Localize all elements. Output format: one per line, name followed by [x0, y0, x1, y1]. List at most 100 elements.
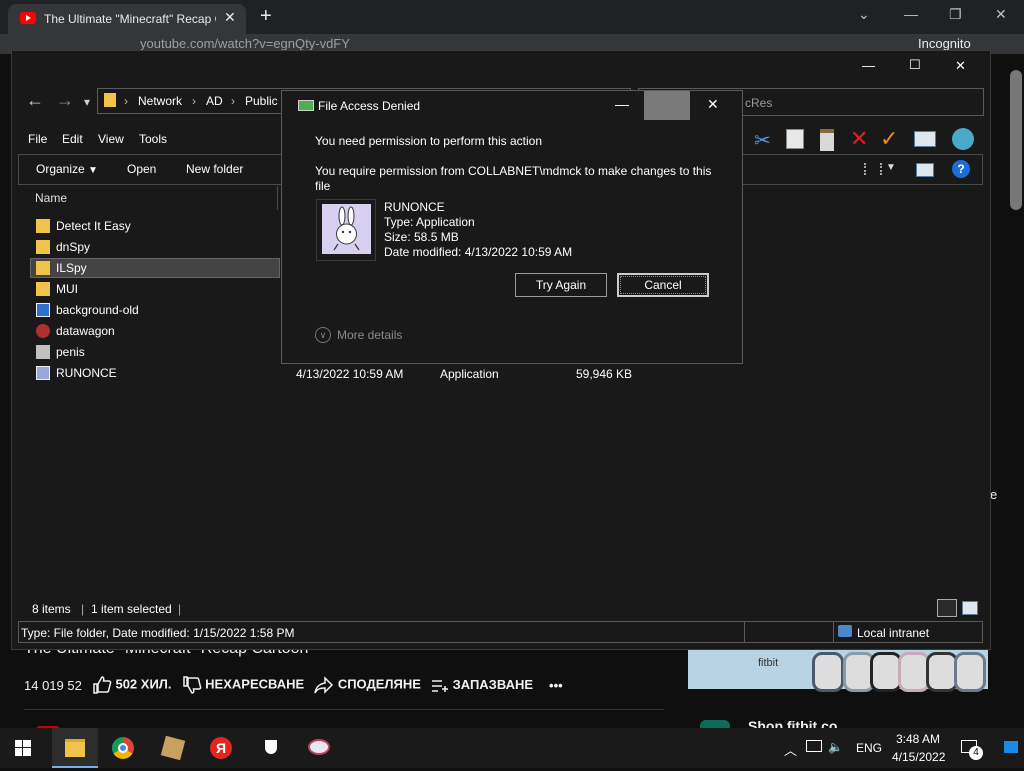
globe-icon[interactable] — [952, 128, 974, 150]
copy-icon[interactable] — [786, 129, 804, 149]
page-scrollbar[interactable] — [1010, 70, 1022, 210]
dialog-minimize-button[interactable]: — — [615, 96, 629, 112]
thumbs-down-icon — [182, 676, 201, 694]
file-name: ILSpy — [56, 261, 87, 275]
folder-icon — [36, 240, 50, 254]
more-details-toggle[interactable]: ∨ More details — [315, 327, 402, 343]
tools-icon — [160, 735, 186, 761]
file-row[interactable]: RUNONCE — [30, 363, 280, 383]
dislike-button[interactable]: НЕХАРЕСВАНЕ — [182, 676, 304, 694]
view-options-icon[interactable] — [864, 163, 882, 175]
file-row[interactable]: Detect It Easy — [30, 216, 280, 236]
taskbar-app-tools[interactable] — [150, 728, 196, 768]
file-row[interactable]: datawagon — [30, 321, 280, 341]
taskbar-chrome[interactable] — [100, 728, 146, 768]
start-button[interactable] — [0, 728, 46, 768]
yandex-icon: Я — [210, 737, 232, 759]
folder-icon — [36, 219, 50, 233]
share-icon — [314, 676, 334, 694]
try-again-button[interactable]: Try Again — [515, 273, 607, 297]
ad-brand: fitbit — [758, 657, 779, 669]
address-url[interactable]: youtube.com/watch?v=egnQty-vdFY — [140, 36, 350, 51]
taskbar-explorer[interactable] — [52, 728, 98, 768]
view-count: 14 019 52 — [24, 677, 82, 693]
recent-locations-chevron-icon[interactable]: ▾ — [84, 95, 90, 109]
cut-icon[interactable]: ✂ — [754, 128, 771, 153]
forward-arrow-icon[interactable]: → — [56, 90, 74, 111]
large-icons-view-icon[interactable] — [962, 601, 978, 615]
taskbar-security[interactable] — [248, 728, 294, 768]
menu-tools[interactable]: Tools — [139, 132, 167, 146]
delete-icon[interactable]: ✕ — [850, 126, 868, 152]
new-folder-button[interactable]: New folder — [186, 162, 243, 176]
save-button[interactable]: ЗАПАЗВАНЕ — [431, 677, 533, 693]
input-language[interactable]: ENG — [856, 741, 882, 755]
breadcrumb-ad[interactable]: AD — [206, 94, 223, 108]
like-button[interactable]: 502 ХИЛ. — [92, 676, 172, 694]
cancel-button[interactable]: Cancel — [617, 273, 709, 297]
menu-view[interactable]: View — [98, 132, 124, 146]
browser-minimize-button[interactable]: — — [904, 6, 918, 22]
chevron-down-icon[interactable]: ▼ — [886, 162, 896, 173]
tray-overflow-chevron-icon[interactable]: ︿ — [784, 740, 797, 759]
file-name: RUNONCE — [56, 366, 117, 380]
tab-search-icon[interactable]: ⌄ — [858, 6, 870, 23]
new-tab-button[interactable]: + — [260, 5, 272, 28]
details-view-icon[interactable] — [937, 599, 957, 617]
preview-pane-icon[interactable] — [916, 163, 934, 177]
more-actions-button[interactable]: ••• — [549, 678, 563, 693]
browser-tab[interactable]: The Ultimate "Minecraft" Recap C ✕ — [8, 4, 246, 34]
executable-icon — [36, 366, 50, 380]
share-button[interactable]: СПОДЕЛЯНЕ — [314, 676, 421, 694]
dialog-file-size: Size: 58.5 MB — [384, 230, 459, 244]
file-row[interactable]: dnSpy — [30, 237, 280, 257]
paste-icon[interactable] — [820, 129, 834, 151]
check-icon[interactable]: ✓ — [880, 126, 898, 152]
clock-time[interactable]: 3:48 AM — [896, 732, 940, 746]
search-placeholder: cRes — [745, 96, 773, 110]
show-desktop-icon[interactable] — [1004, 741, 1018, 753]
properties-icon[interactable] — [914, 131, 936, 147]
incognito-label[interactable]: Incognito — [918, 36, 971, 51]
folder-icon — [104, 93, 116, 107]
explorer-maximize-button[interactable]: ☐ — [909, 57, 921, 73]
taskbar-yandex[interactable]: Я — [198, 728, 244, 768]
explorer-close-button[interactable]: ✕ — [955, 58, 966, 74]
file-size: 59,946 KB — [576, 367, 633, 381]
breadcrumb-network[interactable]: Network — [138, 94, 182, 108]
browser-close-button[interactable]: ✕ — [995, 6, 1007, 23]
menu-edit[interactable]: Edit — [62, 132, 83, 146]
dialog-file-date: Date modified: 4/13/2022 10:59 AM — [384, 245, 573, 259]
file-row[interactable]: penis — [30, 342, 280, 362]
windows-logo-icon — [15, 740, 31, 756]
more-details-label: More details — [337, 328, 403, 342]
divider — [24, 709, 664, 710]
organize-label: Organize — [36, 162, 85, 176]
file-row-selected[interactable]: ILSpy — [30, 258, 280, 278]
youtube-icon — [20, 12, 36, 24]
folder-icon — [36, 282, 50, 296]
notification-badge: 4 — [969, 746, 983, 760]
dialog-maximize-button[interactable] — [644, 91, 690, 120]
explorer-minimize-button[interactable]: — — [862, 58, 875, 73]
file-name: background-old — [56, 303, 139, 317]
breadcrumb-public[interactable]: Public — [245, 94, 278, 108]
browser-maximize-button[interactable]: ❐ — [949, 6, 962, 23]
file-row[interactable]: MUI — [30, 279, 280, 299]
status-separator: | — [178, 602, 182, 616]
back-arrow-icon[interactable]: ← — [26, 90, 44, 111]
taskbar-paint[interactable] — [296, 728, 342, 768]
dialog-title: File Access Denied — [318, 99, 421, 113]
file-row[interactable]: background-old — [30, 300, 280, 320]
side-text-fragment: e — [990, 487, 998, 502]
help-icon[interactable]: ? — [952, 160, 970, 178]
network-icon[interactable] — [806, 740, 822, 752]
tab-close-icon[interactable]: ✕ — [224, 9, 236, 26]
menu-file[interactable]: File — [28, 132, 47, 146]
dialog-close-button[interactable]: ✕ — [707, 96, 719, 113]
volume-icon[interactable]: 🔈 — [828, 740, 843, 754]
status-separator: | — [81, 602, 85, 616]
clock-date[interactable]: 4/15/2022 — [892, 750, 945, 764]
organize-button[interactable]: Organize ▼ — [36, 162, 98, 176]
open-button[interactable]: Open — [127, 162, 156, 176]
